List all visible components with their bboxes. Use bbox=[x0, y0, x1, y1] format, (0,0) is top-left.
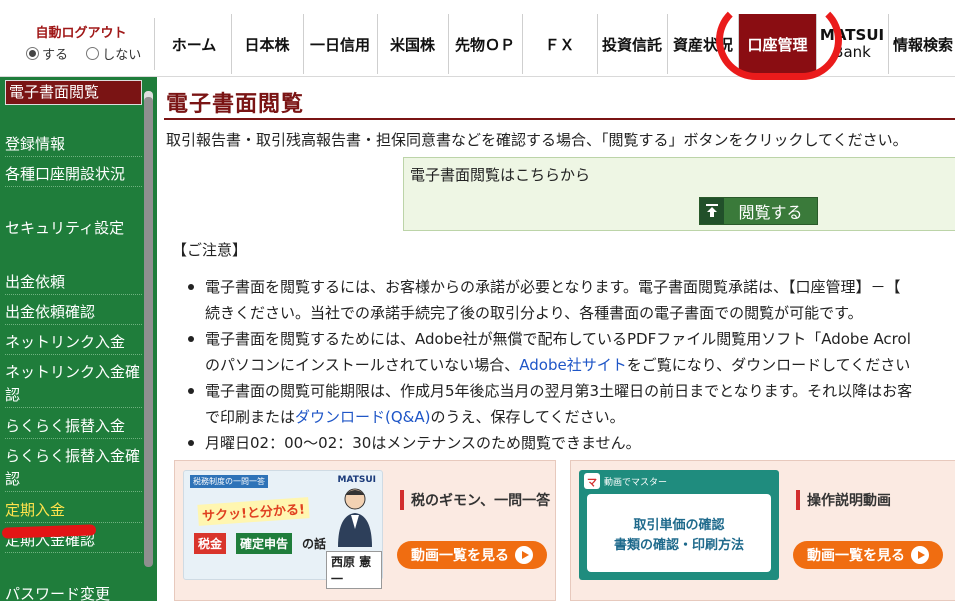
thumb-header: マ 動画でマスター bbox=[579, 470, 779, 492]
auto-logout-on-radio[interactable] bbox=[26, 47, 39, 60]
presenter-name: 西原 憲一 bbox=[326, 551, 382, 589]
auto-logout-off-label[interactable]: しない bbox=[102, 48, 141, 63]
note-item: 電子書面を閲覧するためには、Adobe社が無償で配布しているPDFファイル閲覧用… bbox=[178, 326, 912, 352]
sidebar-item-regular-deposit[interactable]: 定期入金 bbox=[5, 499, 142, 523]
sidebar-item-rakuraku-transfer-confirm[interactable]: らくらく振替入金確認 bbox=[5, 445, 142, 492]
note-text: のうえ、保存してください。 bbox=[430, 408, 625, 426]
nav-tab-investment-trust[interactable]: 投資信託 bbox=[597, 14, 668, 74]
view-button[interactable]: 閲覧する bbox=[699, 197, 818, 225]
thumb-badge: 税務制度の一問一答 bbox=[190, 475, 268, 488]
thumb-tag: 確定申告 bbox=[236, 533, 293, 554]
auto-logout-title: 自動ログアウト bbox=[35, 26, 127, 41]
note-item-continued: で印刷またはダウンロード(Q&A)のうえ、保存してください。 bbox=[178, 404, 912, 430]
tutorial-video-title: 操作説明動画 bbox=[796, 490, 891, 510]
sidebar-item-netlink-deposit-confirm[interactable]: ネットリンク入金確認 bbox=[5, 361, 142, 408]
thumb-brand: MATSUI bbox=[337, 475, 376, 485]
auto-logout-setting: 自動ログアウト する しない bbox=[8, 18, 155, 70]
nav-tab-futures-options[interactable]: 先物ＯＰ bbox=[448, 14, 523, 74]
page-title: 電子書面閲覧 bbox=[166, 92, 305, 117]
note-item: 電子書面の閲覧可能期限は、作成月5年後応当月の翌月第3土曜日の前日までとなります… bbox=[178, 378, 912, 404]
sidebar: 電子書面閲覧 登録情報 各種口座開設状況 セキュリティ設定 出金依頼 出金依頼確… bbox=[0, 77, 157, 603]
tutorial-video-list-label: 動画一覧を見る bbox=[807, 548, 905, 564]
nav-tab-japan-stocks[interactable]: 日本株 bbox=[231, 14, 304, 74]
note-text: で印刷または bbox=[205, 408, 296, 426]
auto-logout-on-label[interactable]: する bbox=[42, 48, 68, 63]
play-icon bbox=[911, 546, 929, 564]
tax-video-card: 税務制度の一問一答 MATSUI サクッ!と分かる! 税金 確定申告 の話 西原… bbox=[174, 460, 556, 601]
sidebar-item-account-status[interactable]: 各種口座開設状況 bbox=[5, 163, 142, 187]
auto-logout-options: する しない bbox=[26, 44, 141, 63]
tax-video-list-button[interactable]: 動画一覧を見る bbox=[397, 541, 547, 569]
presenter-illustration bbox=[338, 488, 372, 547]
thumb-line: 取引単価の確認 bbox=[633, 518, 725, 533]
sidebar-item-password-change[interactable]: パスワード変更 bbox=[5, 583, 142, 606]
adobe-site-link[interactable]: Adobe社サイト bbox=[519, 356, 626, 374]
note-item-continued: 続きください。当社での承諾手続完了後の取引分より、各種書面の電子書面での閲覧が可… bbox=[205, 304, 863, 322]
tax-video-title: 税のギモン、一問一答 bbox=[400, 490, 550, 510]
note-item-continued: のパソコンにインストールされていない場合、Adobe社サイトをご覧になり、ダウン… bbox=[178, 352, 912, 378]
play-icon bbox=[515, 546, 533, 564]
sidebar-item-e-documents[interactable]: 電子書面閲覧 bbox=[5, 80, 142, 105]
tax-video-thumbnail[interactable]: 税務制度の一問一答 MATSUI サクッ!と分かる! 税金 確定申告 の話 西原… bbox=[183, 470, 383, 589]
annotation-circle bbox=[716, 0, 842, 80]
tutorial-video-list-button[interactable]: 動画一覧を見る bbox=[793, 541, 943, 569]
sidebar-item-netlink-deposit[interactable]: ネットリンク入金 bbox=[5, 331, 142, 355]
nav-tab-us-stocks[interactable]: 米国株 bbox=[377, 14, 449, 74]
tutorial-video-thumbnail[interactable]: マ 動画でマスター 取引単価の確認 書類の確認・印刷方法 bbox=[579, 470, 779, 580]
notes-heading: 【ご注意】 bbox=[172, 241, 248, 259]
intro-text: 取引報告書・取引残高報告書・担保同意書などを確認する場合、「閲覧する」ボタンをク… bbox=[166, 131, 908, 149]
note-text: のパソコンにインストールされていない場合、 bbox=[205, 356, 520, 374]
note-item: 月曜日02：00～02：30はメンテナンスのため閲覧できません。 bbox=[178, 430, 912, 456]
note-item: 電子書面を閲覧するには、お客様からの承諾が必要となります。電子書面閲覧承諾は、【… bbox=[178, 274, 912, 300]
tax-video-list-label: 動画一覧を見る bbox=[411, 548, 509, 564]
thumb-tag: 税金 bbox=[194, 533, 227, 554]
view-document-box: 電子書面閲覧はこちらから 閲覧する bbox=[403, 157, 955, 231]
nav-tab-fx[interactable]: ＦＸ bbox=[522, 14, 598, 74]
sidebar-item-withdrawal[interactable]: 出金依頼 bbox=[5, 271, 142, 295]
upload-arrow-icon bbox=[700, 198, 724, 224]
sidebar-item-registration[interactable]: 登録情報 bbox=[5, 133, 142, 157]
download-faq-link[interactable]: ダウンロード(Q&A) bbox=[295, 408, 430, 426]
tutorial-video-card: マ 動画でマスター 取引単価の確認 書類の確認・印刷方法 操作説明動画 動画一覧… bbox=[570, 460, 955, 601]
sidebar-item-security[interactable]: セキュリティ設定 bbox=[5, 217, 142, 240]
note-text: をご覧になり、ダウンロードしてください bbox=[626, 356, 911, 374]
title-divider bbox=[164, 118, 955, 120]
sidebar-item-withdrawal-confirm[interactable]: 出金依頼確認 bbox=[5, 301, 142, 325]
sidebar-item-rakuraku-transfer[interactable]: らくらく振替入金 bbox=[5, 415, 142, 439]
thumb-line: 書類の確認・印刷方法 bbox=[613, 538, 744, 553]
thumb-header-text: 動画でマスター bbox=[604, 477, 668, 488]
master-logo-icon: マ bbox=[584, 473, 600, 489]
sidebar-scrollbar-thumb[interactable] bbox=[144, 97, 153, 567]
view-button-label: 閲覧する bbox=[738, 203, 803, 222]
thumb-catchphrase: サクッ!と分かる! bbox=[197, 497, 310, 526]
nav-tab-day-margin[interactable]: 一日信用 bbox=[303, 14, 378, 74]
thumb-tag: の話 bbox=[302, 537, 327, 551]
view-box-text: 電子書面閲覧はこちらから bbox=[410, 166, 591, 184]
nav-tab-home[interactable]: ホーム bbox=[157, 14, 232, 74]
thumb-panel: 取引単価の確認 書類の確認・印刷方法 bbox=[587, 494, 771, 572]
nav-tab-info-search[interactable]: 情報検索 bbox=[888, 14, 955, 74]
auto-logout-off-radio[interactable] bbox=[86, 47, 100, 60]
notes-list: 電子書面を閲覧するには、お客様からの承諾が必要となります。電子書面閲覧承諾は、【… bbox=[178, 274, 912, 456]
